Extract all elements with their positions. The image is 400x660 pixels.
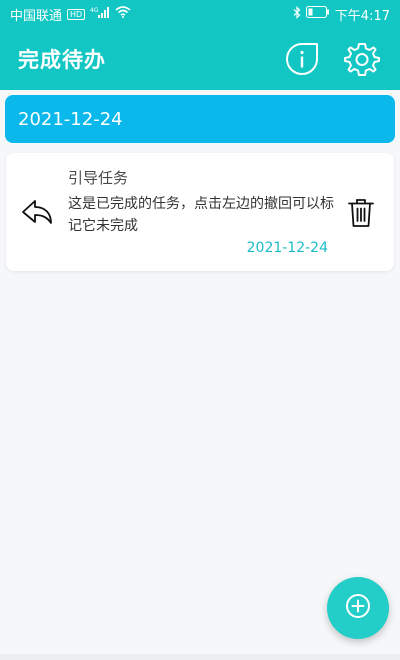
status-bar: 中国联通 HD 4G 下午4:17 bbox=[0, 0, 400, 28]
signal-icon: 4G bbox=[90, 6, 110, 22]
clock-time: 下午4:17 bbox=[334, 8, 390, 24]
bottom-nav-edge bbox=[0, 654, 400, 660]
info-icon[interactable] bbox=[282, 39, 322, 79]
task-description: 这是已完成的任务，点击左边的撤回可以标记它未完成 bbox=[68, 196, 334, 234]
task-card[interactable]: 引导任务 这是已完成的任务，点击左边的撤回可以标记它未完成 2021-12-24 bbox=[6, 153, 394, 271]
carrier-name: 中国联通 bbox=[10, 8, 63, 24]
add-task-button[interactable] bbox=[327, 577, 389, 639]
settings-gear-icon[interactable] bbox=[342, 39, 382, 79]
date-group-header: 2021-12-24 bbox=[5, 95, 395, 143]
status-bar-right: 下午4:17 bbox=[293, 5, 390, 24]
task-title: 引导任务 bbox=[68, 169, 129, 187]
task-date: 2021-12-24 bbox=[246, 240, 328, 256]
undo-arrow-icon[interactable] bbox=[20, 195, 54, 229]
status-bar-left: 中国联通 HD 4G bbox=[10, 5, 131, 24]
battery-icon bbox=[305, 6, 330, 22]
signal-label: 4G bbox=[90, 7, 99, 14]
app-bar: 完成待办 bbox=[0, 28, 400, 90]
trash-icon[interactable] bbox=[346, 197, 376, 229]
page-title: 完成待办 bbox=[18, 48, 106, 72]
date-group-label: 2021-12-24 bbox=[18, 108, 123, 130]
add-circle-icon bbox=[345, 593, 371, 623]
bluetooth-icon bbox=[293, 5, 301, 23]
hd-badge: HD bbox=[67, 8, 86, 20]
wifi-icon bbox=[115, 6, 131, 22]
